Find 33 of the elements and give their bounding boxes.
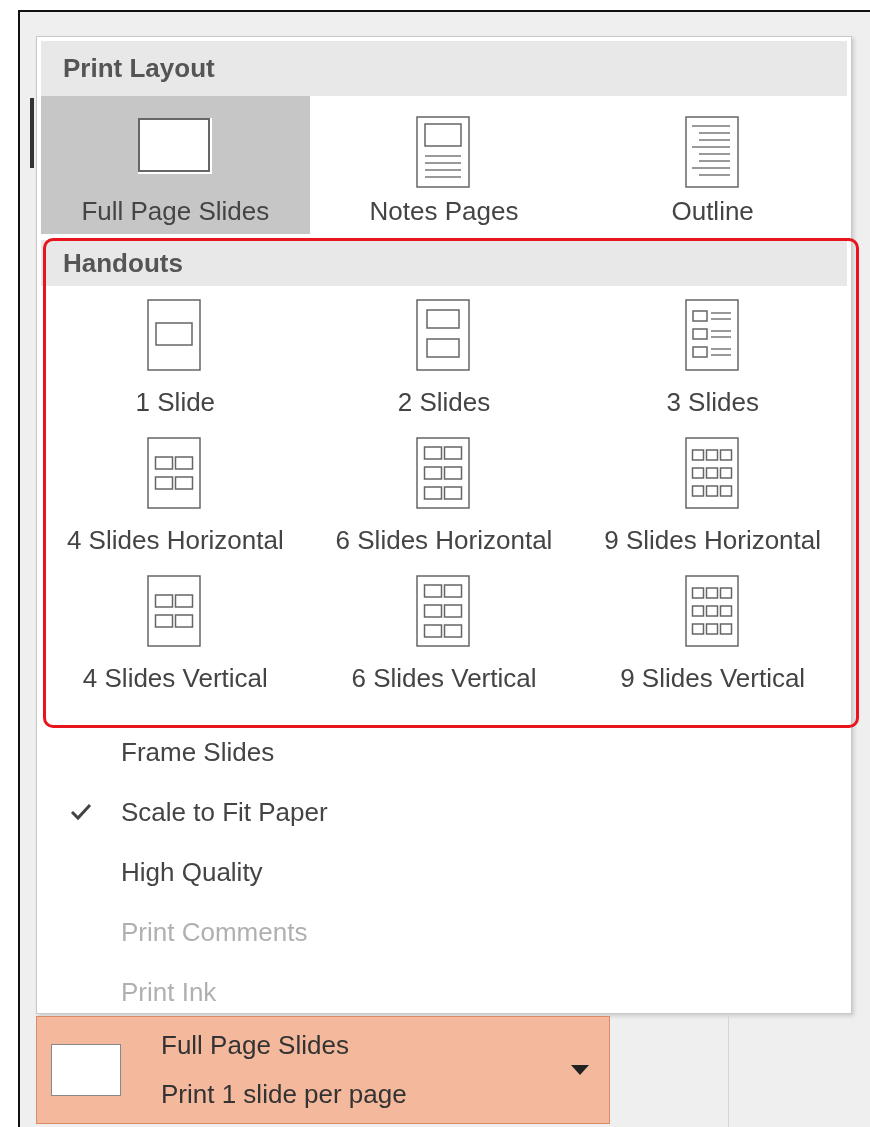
handout-page-icon	[147, 299, 204, 373]
handout-option[interactable]: 4 Slides Vertical	[41, 574, 310, 712]
outline-page-icon	[684, 116, 741, 190]
handout-option[interactable]: 1 Slide	[41, 298, 310, 436]
checkmark-icon	[70, 803, 92, 821]
section-header: Handouts	[41, 240, 847, 286]
menu-option[interactable]: Scale to Fit Paper	[41, 782, 847, 842]
handout-page-icon	[684, 299, 741, 373]
menu-option[interactable]: Frame Slides	[41, 722, 847, 782]
notes-page-icon	[416, 116, 472, 190]
layout-dropdown[interactable]: Full Page Slides Print 1 slide per page	[36, 1016, 610, 1124]
slide-icon	[51, 1044, 121, 1096]
handout-page-icon	[684, 575, 741, 649]
handout-page-icon	[416, 575, 472, 649]
handout-page-icon	[416, 299, 472, 373]
handout-option[interactable]: 9 Slides Horizontal	[578, 436, 847, 574]
handout-option[interactable]: 3 Slides	[578, 298, 847, 436]
handout-page-icon	[684, 437, 741, 511]
handout-option[interactable]: 6 Slides Horizontal	[309, 436, 579, 574]
handout-option[interactable]: 9 Slides Vertical	[578, 574, 847, 712]
handout-page-icon	[416, 437, 472, 511]
menu-option[interactable]: High Quality	[41, 842, 847, 902]
layout-option[interactable]: Full Page Slides	[41, 96, 310, 234]
section-header: Print Layout	[41, 41, 847, 96]
handout-option[interactable]: 2 Slides	[309, 298, 579, 436]
handout-page-icon	[147, 437, 204, 511]
layout-option[interactable]: Notes Pages	[309, 96, 579, 234]
handout-page-icon	[147, 575, 204, 649]
slide-icon	[138, 118, 213, 174]
handout-option[interactable]: 6 Slides Vertical	[309, 574, 579, 712]
caret-icon	[571, 1065, 589, 1075]
handout-option[interactable]: 4 Slides Horizontal	[41, 436, 310, 574]
layout-option[interactable]: Outline	[578, 96, 847, 234]
